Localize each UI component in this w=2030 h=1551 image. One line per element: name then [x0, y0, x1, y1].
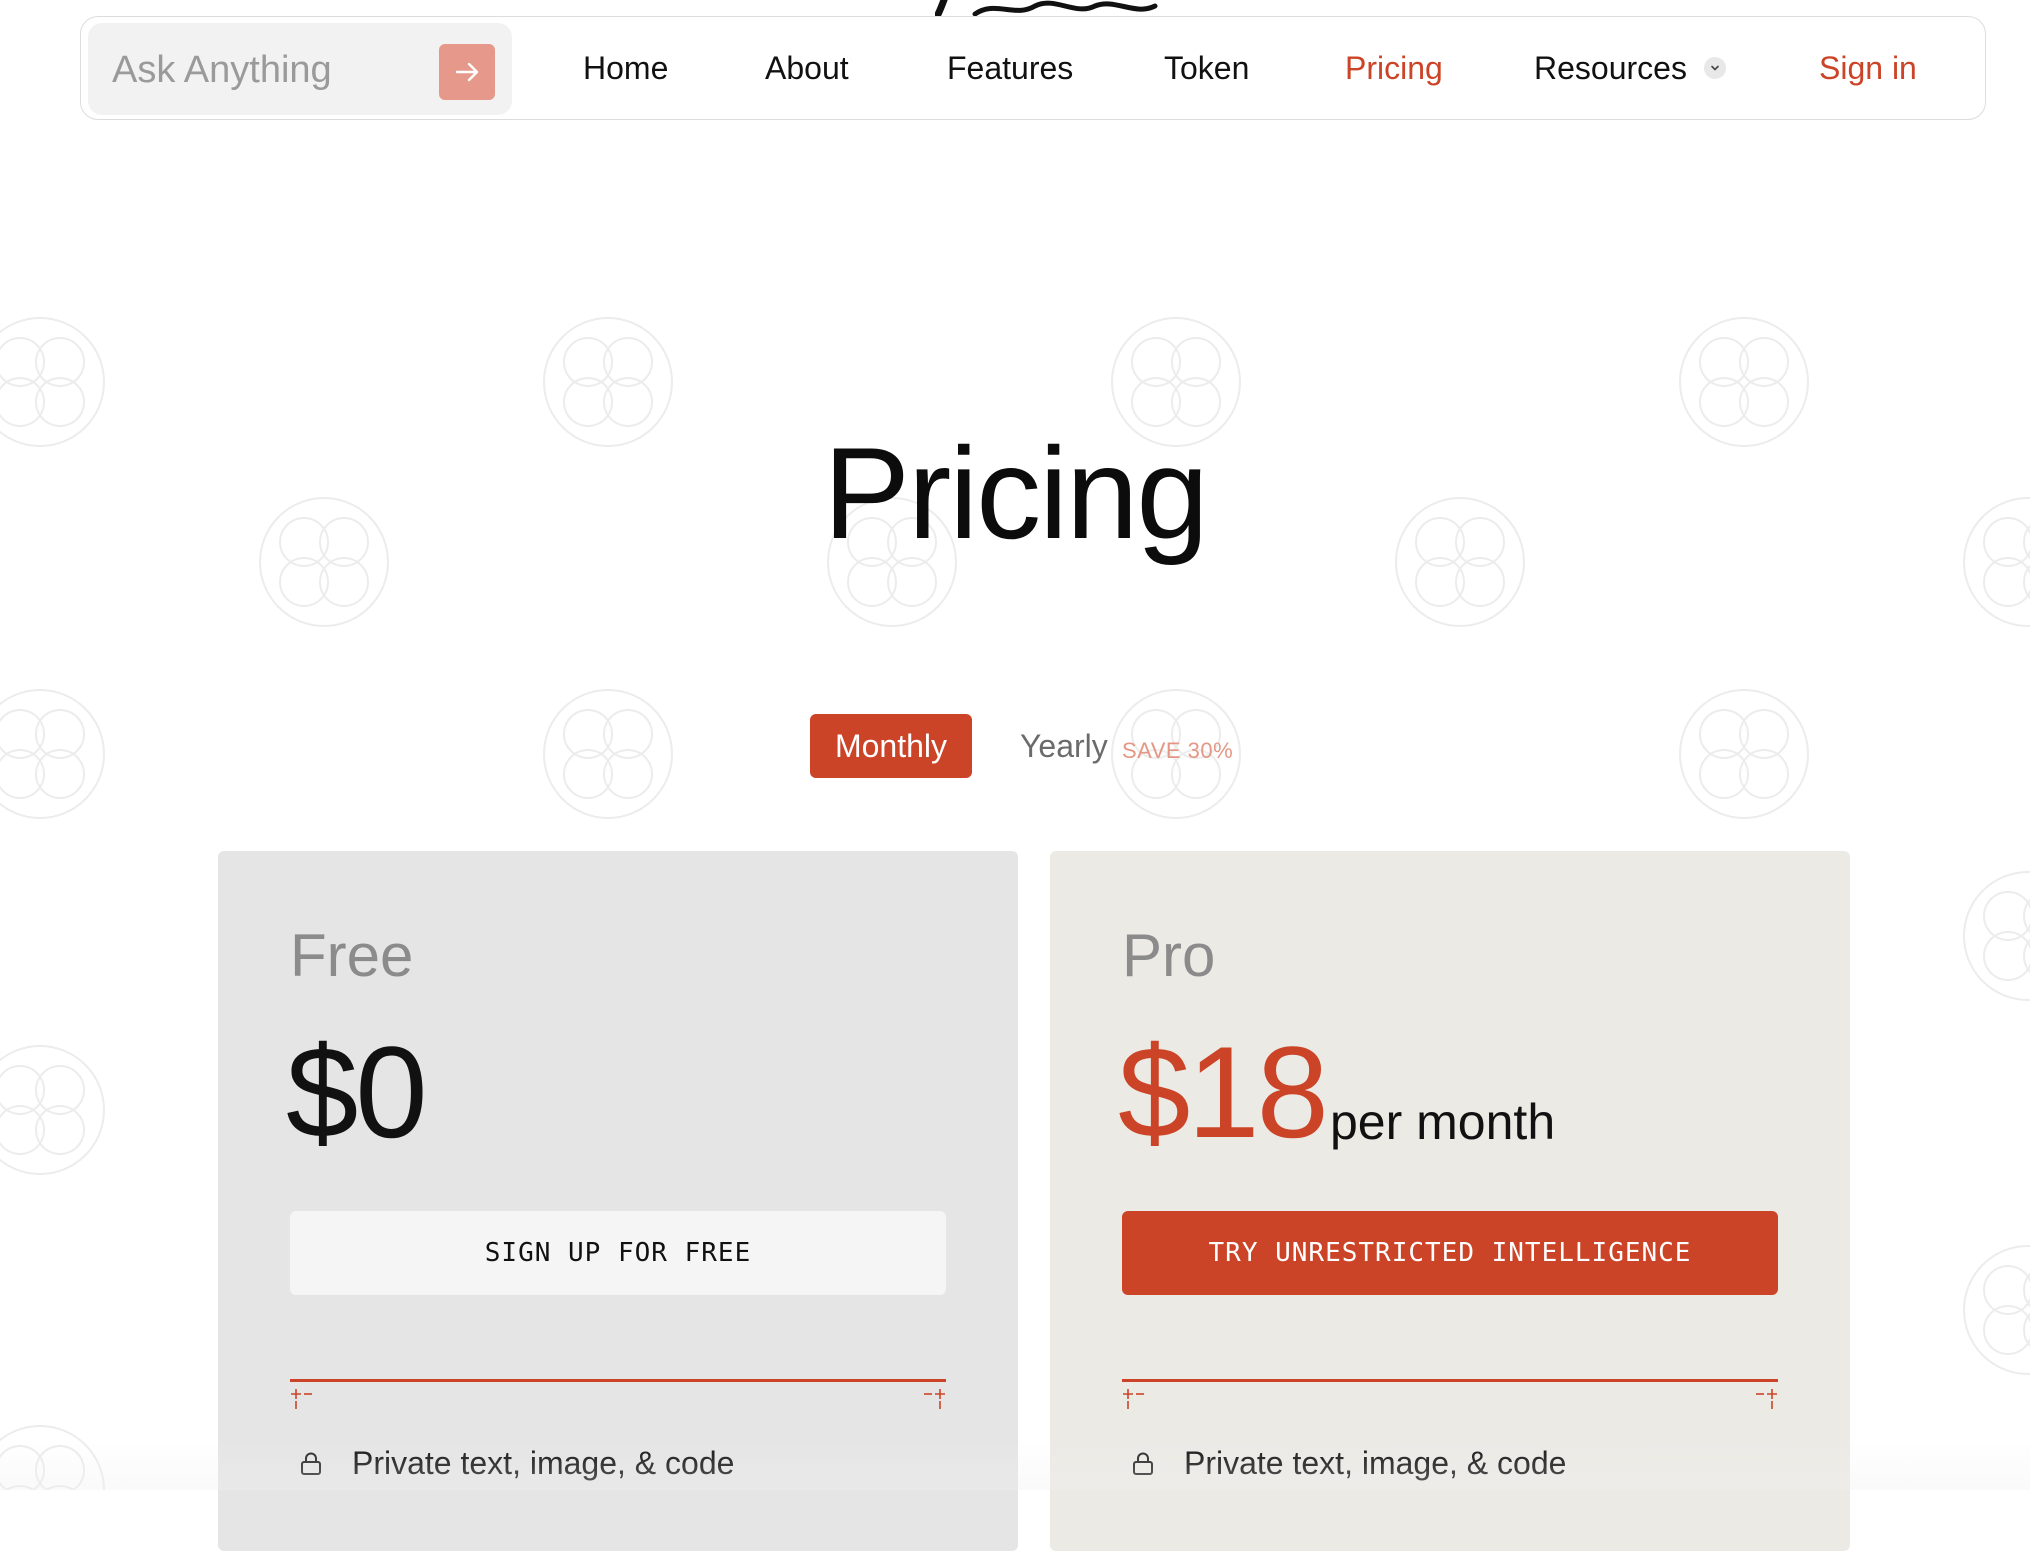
- top-navbar: Home About Features Token Pricing Resour…: [80, 16, 1986, 120]
- nav-resources-link[interactable]: Resources: [1534, 50, 1687, 87]
- chevron-down-icon[interactable]: [1704, 57, 1726, 79]
- nav-features-link[interactable]: Features: [947, 50, 1073, 87]
- nav-pricing-link[interactable]: Pricing: [1345, 50, 1443, 87]
- feature-item: Private text, image, & code: [1130, 1445, 1566, 1482]
- plan-name: Pro: [1122, 922, 1216, 989]
- plan-price: $18: [1118, 1019, 1329, 1165]
- sparkle-icon: [1123, 1389, 1144, 1409]
- feature-item: Private text, image, & code: [298, 1445, 734, 1482]
- plan-price: $0: [286, 1019, 428, 1165]
- sign-up-free-button[interactable]: SIGN UP FOR FREE: [290, 1211, 946, 1295]
- price-period: per month: [1330, 1094, 1556, 1150]
- sparkle-icon: [1756, 1389, 1777, 1409]
- feature-label: Private text, image, & code: [352, 1445, 735, 1481]
- plan-card-pro: Pro $18 per month TRY UNRESTRICTED INTEL…: [1050, 851, 1850, 1551]
- nav-home-link[interactable]: Home: [583, 50, 668, 87]
- plan-card-free: Free $0 SIGN UP FOR FREE Private text, i…: [218, 851, 1018, 1551]
- try-unrestricted-intelligence-button[interactable]: TRY UNRESTRICTED INTELLIGENCE: [1122, 1211, 1778, 1295]
- plan-name: Free: [290, 922, 414, 989]
- lock-icon: [1133, 1452, 1153, 1475]
- card-divider: [1122, 1379, 1778, 1382]
- sign-in-link[interactable]: Sign in: [1819, 50, 1917, 87]
- billing-yearly-toggle[interactable]: Yearly: [1020, 728, 1108, 765]
- ask-anything-search: [88, 23, 512, 115]
- nav-about-link[interactable]: About: [765, 50, 849, 87]
- sparkle-icon: [924, 1389, 945, 1409]
- nav-token-link[interactable]: Token: [1164, 50, 1249, 87]
- feature-label: Private text, image, & code: [1184, 1445, 1567, 1481]
- ask-anything-input[interactable]: [110, 43, 414, 97]
- search-submit-button[interactable]: [439, 44, 495, 100]
- sparkle-icon: [291, 1389, 312, 1409]
- arrow-right-icon: [455, 62, 479, 82]
- save-badge: SAVE 30%: [1122, 738, 1234, 763]
- billing-monthly-toggle[interactable]: Monthly: [810, 714, 972, 778]
- card-divider: [290, 1379, 946, 1382]
- page-title: Pricing: [823, 420, 1208, 566]
- lock-icon: [301, 1452, 321, 1475]
